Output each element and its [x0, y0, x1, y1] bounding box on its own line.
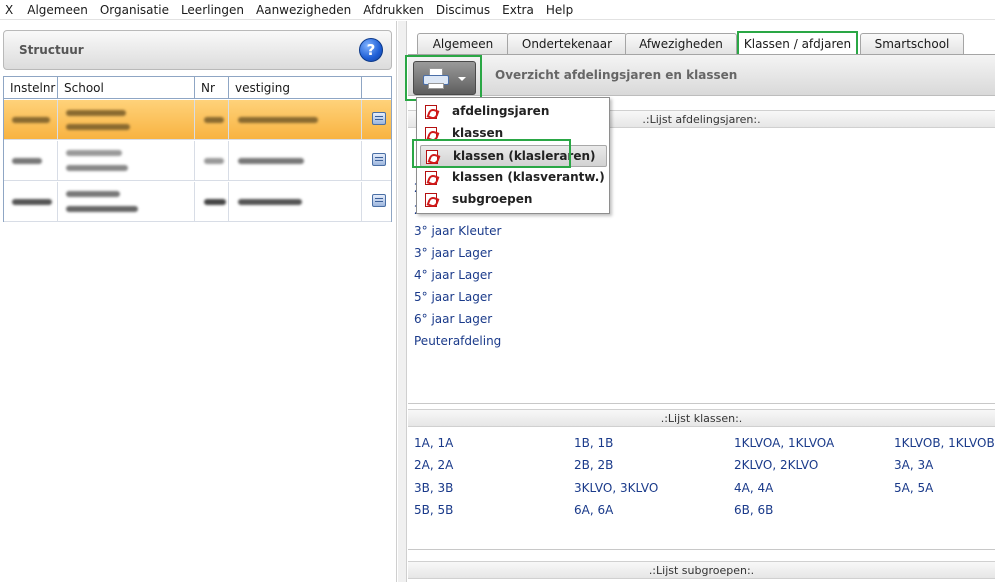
- redacted-text: [238, 117, 318, 123]
- tab-klassen-afdjaren[interactable]: Klassen / afdjaren: [737, 31, 858, 56]
- col-school[interactable]: School: [58, 77, 195, 99]
- list-item[interactable]: 5B, 5B: [414, 503, 453, 517]
- redacted-text: [66, 206, 138, 212]
- list-item[interactable]: Peuterafdeling: [414, 334, 501, 348]
- klassen-header: .:Lijst klassen:.: [408, 409, 995, 427]
- redacted-text: [66, 110, 126, 116]
- menu-extra[interactable]: Extra: [496, 0, 540, 20]
- menu-close[interactable]: X: [0, 0, 21, 20]
- toolbar: Overzicht afdelingsjaren en klassen: [405, 54, 995, 101]
- klasleraren-highlight: [412, 139, 571, 168]
- tab-afwezigheden[interactable]: Afwezigheden: [625, 33, 737, 55]
- list-item[interactable]: 2B, 2B: [574, 458, 613, 472]
- details-icon[interactable]: [372, 112, 386, 125]
- col-vestiging[interactable]: vestiging: [229, 77, 362, 99]
- tab-strip: Algemeen Ondertekenaar Afwezigheden Klas…: [408, 31, 995, 56]
- pane-splitter[interactable]: [398, 21, 407, 582]
- redacted-text: [238, 199, 302, 205]
- menu-algemeen[interactable]: Algemeen: [21, 0, 94, 20]
- list-item[interactable]: 1B, 1B: [574, 436, 613, 450]
- menu-organisatie[interactable]: Organisatie: [94, 0, 175, 20]
- tab-ondertekenaar[interactable]: Ondertekenaar: [507, 33, 627, 55]
- col-instelnr[interactable]: Instelnr: [4, 77, 58, 99]
- list-item[interactable]: 6B, 6B: [734, 503, 773, 517]
- list-item[interactable]: 4A, 4A: [734, 481, 773, 495]
- tab-algemeen[interactable]: Algemeen: [417, 33, 509, 55]
- menu-leerlingen[interactable]: Leerlingen: [175, 0, 250, 20]
- tab-smartschool[interactable]: Smartschool: [860, 33, 964, 55]
- redacted-text: [66, 124, 130, 130]
- list-item[interactable]: 3A, 3A: [894, 458, 933, 472]
- redacted-text: [204, 117, 224, 123]
- list-item[interactable]: 3° jaar Kleuter: [414, 224, 501, 238]
- redacted-text: [12, 158, 42, 164]
- list-item[interactable]: 6° jaar Lager: [414, 312, 492, 326]
- details-icon[interactable]: [372, 153, 386, 166]
- menu-item-afdelingsjaren[interactable]: afdelingsjaren: [417, 101, 609, 123]
- redacted-text: [12, 199, 52, 205]
- menu-help[interactable]: Help: [540, 0, 579, 20]
- redacted-text: [66, 191, 120, 197]
- divider: [408, 403, 995, 404]
- redacted-text: [204, 199, 226, 205]
- menu-aanwezigheden[interactable]: Aanwezigheden: [250, 0, 357, 20]
- help-icon[interactable]: ?: [359, 38, 383, 62]
- redacted-text: [66, 165, 128, 171]
- redacted-text: [66, 150, 122, 156]
- toolbar-title: Overzicht afdelingsjaren en klassen: [495, 68, 738, 82]
- pdf-icon: [425, 105, 437, 119]
- menu-item-subgroepen[interactable]: subgroepen: [417, 189, 609, 211]
- printer-icon: [423, 68, 449, 90]
- grid-header: Instelnr School Nr vestiging: [4, 77, 391, 99]
- menu-afdrukken[interactable]: Afdrukken: [357, 0, 430, 20]
- details-icon[interactable]: [372, 194, 386, 207]
- redacted-text: [238, 158, 304, 164]
- menu-bar: X Algemeen Organisatie Leerlingen Aanwez…: [0, 0, 995, 20]
- list-item[interactable]: 1KLVOA, 1KLVOA: [734, 436, 834, 450]
- table-row[interactable]: [4, 141, 391, 181]
- list-item[interactable]: 3B, 3B: [414, 481, 453, 495]
- list-item[interactable]: 3° jaar Lager: [414, 246, 492, 260]
- list-item[interactable]: 5A, 5A: [894, 481, 933, 495]
- chevron-down-icon: [458, 77, 466, 81]
- redacted-text: [12, 117, 50, 123]
- list-item[interactable]: 4° jaar Lager: [414, 268, 492, 282]
- list-item[interactable]: 1KLVOB, 1KLVOB: [894, 436, 995, 450]
- list-item[interactable]: 3KLVO, 3KLVO: [574, 481, 658, 495]
- list-item[interactable]: 2A, 2A: [414, 458, 453, 472]
- pdf-icon: [425, 193, 437, 207]
- list-item[interactable]: 5° jaar Lager: [414, 290, 492, 304]
- divider: [408, 549, 995, 550]
- list-item[interactable]: 2KLVO, 2KLVO: [734, 458, 818, 472]
- menu-discimus[interactable]: Discimus: [430, 0, 496, 20]
- pdf-icon: [425, 171, 437, 185]
- print-button-highlight: [405, 55, 482, 101]
- structure-pane: Structuur ? Instelnr School Nr vestiging: [0, 21, 397, 582]
- subgroepen-header: .:Lijst subgroepen:.: [408, 561, 995, 579]
- list-item[interactable]: 6A, 6A: [574, 503, 613, 517]
- list-item[interactable]: 1A, 1A: [414, 436, 453, 450]
- school-grid: Instelnr School Nr vestiging: [3, 76, 392, 222]
- panel-title: Structuur: [19, 43, 84, 57]
- table-row[interactable]: [4, 182, 391, 222]
- print-dropdown-button[interactable]: [413, 61, 476, 95]
- col-nr[interactable]: Nr: [195, 77, 229, 99]
- table-row[interactable]: [4, 100, 391, 140]
- structure-panel-header: Structuur ?: [3, 30, 392, 70]
- redacted-text: [204, 158, 224, 164]
- menu-item-klassen-klasverantw[interactable]: klassen (klasverantw.): [417, 167, 609, 189]
